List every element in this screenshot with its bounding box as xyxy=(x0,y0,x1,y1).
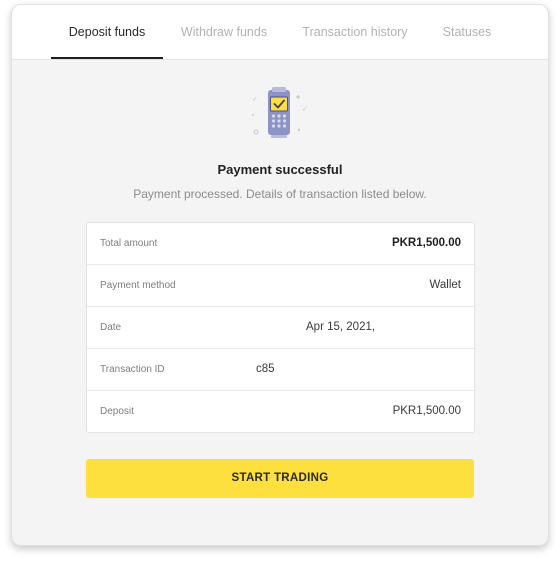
detail-row-total-amount: Total amount PKR1,500.00 xyxy=(87,223,474,265)
detail-label: Payment method xyxy=(100,280,176,291)
detail-label: Transaction ID xyxy=(100,364,165,375)
transaction-details: Total amount PKR1,500.00 Payment method … xyxy=(86,222,475,433)
svg-text:✓: ✓ xyxy=(302,105,308,113)
detail-row-payment-method: Payment method Wallet xyxy=(87,265,474,307)
detail-value: Wallet xyxy=(429,279,461,291)
detail-row-transaction-id: Transaction ID c85 xyxy=(87,349,474,391)
tab-withdraw-funds[interactable]: Withdraw funds xyxy=(174,5,274,59)
tab-bar: Deposit funds Withdraw funds Transaction… xyxy=(12,5,548,60)
detail-row-date: Date Apr 15, 2021, xyxy=(87,307,474,349)
detail-value: PKR1,500.00 xyxy=(392,405,461,417)
tab-deposit-funds[interactable]: Deposit funds xyxy=(51,5,163,59)
status-subtitle: Payment processed. Details of transactio… xyxy=(133,187,427,201)
detail-label: Total amount xyxy=(100,238,158,249)
svg-text:✓: ✓ xyxy=(252,95,258,103)
tab-statuses[interactable]: Statuses xyxy=(434,5,500,59)
tab-transaction-history[interactable]: Transaction history xyxy=(296,5,414,59)
detail-value: PKR1,500.00 xyxy=(391,237,461,249)
detail-value: Apr 15, 2021, xyxy=(306,321,376,333)
detail-value: c85 xyxy=(256,363,275,375)
detail-row-deposit: Deposit PKR1,500.00 xyxy=(87,391,474,432)
payment-terminal-check-icon: ✓ ✓ xyxy=(250,85,310,141)
deposit-panel: Deposit funds Withdraw funds Transaction… xyxy=(11,4,549,546)
start-trading-button[interactable]: START TRADING xyxy=(86,459,474,498)
status-title: Payment successful xyxy=(217,162,343,177)
detail-label: Deposit xyxy=(100,406,134,417)
detail-label: Date xyxy=(100,322,122,333)
